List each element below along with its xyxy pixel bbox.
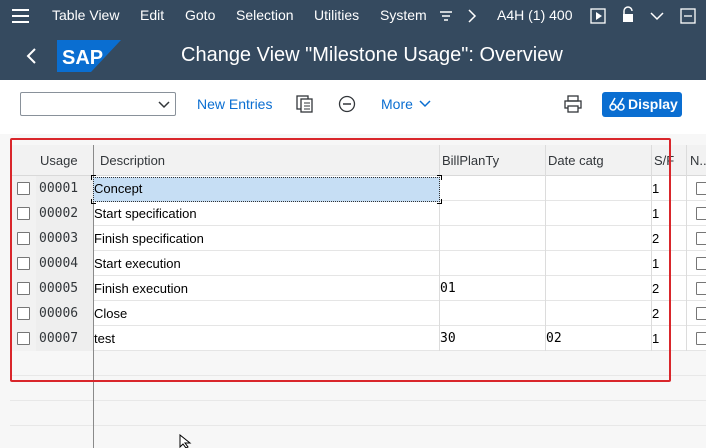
table-row[interactable]: 00006 Close 2 (10, 301, 706, 326)
row-select-checkbox[interactable] (17, 207, 30, 220)
menu-selection[interactable]: Selection (236, 7, 294, 23)
column-divider (686, 145, 687, 351)
col-date-catg[interactable]: Date catg (548, 153, 604, 168)
row-select-checkbox[interactable] (17, 282, 30, 295)
usage-cell: 00005 (36, 276, 93, 301)
sf-cell[interactable]: 1 (652, 181, 659, 196)
table-row[interactable]: 00002 Start specification 1 (10, 201, 706, 226)
billplanty-cell[interactable]: 01 (440, 281, 456, 296)
table-row[interactable]: 00007 test 30 02 1 (10, 326, 706, 351)
unlock-icon[interactable] (621, 6, 635, 24)
n-checkbox[interactable] (696, 307, 706, 320)
sf-cell[interactable]: 1 (652, 256, 659, 271)
n-checkbox[interactable] (696, 207, 706, 220)
cell-corner (91, 199, 96, 204)
menu-goto[interactable]: Goto (185, 7, 215, 23)
n-checkbox[interactable] (696, 257, 706, 270)
more-button[interactable]: More (381, 96, 413, 112)
description-cell[interactable]: test (94, 331, 115, 346)
mouse-cursor-icon (179, 434, 192, 448)
usage-cell: 00007 (36, 326, 93, 351)
cell-corner (437, 175, 442, 180)
table-row[interactable]: 00003 Finish specification 2 (10, 226, 706, 251)
menu-bar: Table View Edit Goto Selection Utilities… (0, 0, 706, 32)
title-bar: SAP Change View "Milestone Usage": Overv… (0, 32, 706, 80)
col-sf[interactable]: S/F (654, 153, 674, 168)
chevron-right-icon[interactable] (467, 9, 477, 23)
col-usage[interactable]: Usage (40, 153, 78, 168)
col-billplanty[interactable]: BillPlanTy (442, 153, 499, 168)
column-divider (651, 145, 652, 351)
sf-cell[interactable]: 1 (652, 206, 659, 221)
new-entries-button[interactable]: New Entries (197, 96, 272, 112)
table-row[interactable]: 00005 Finish execution 01 2 (10, 276, 706, 301)
usage-cell: 00002 (36, 201, 93, 226)
row-select-checkbox[interactable] (17, 307, 30, 320)
usage-cell: 00001 (36, 176, 93, 201)
display-button[interactable]: Display (602, 92, 682, 117)
menu-table-view[interactable]: Table View (52, 7, 119, 23)
overflow-icon[interactable] (680, 8, 696, 24)
column-divider (545, 145, 546, 351)
row-select-checkbox[interactable] (17, 257, 30, 270)
toolbar: New Entries More Display (0, 80, 706, 134)
menu-icon[interactable] (12, 9, 29, 23)
menu-system[interactable]: System (380, 7, 427, 23)
more-chevron-icon[interactable] (418, 98, 432, 110)
table-header: Usage Description BillPlanTy Date catg S… (10, 145, 706, 176)
description-cell[interactable]: Start specification (94, 206, 197, 221)
menu-edit[interactable]: Edit (140, 7, 164, 23)
sf-cell[interactable]: 2 (652, 231, 659, 246)
empty-row (10, 351, 706, 376)
empty-row (10, 426, 706, 448)
row-select-checkbox[interactable] (17, 232, 30, 245)
page-title: Change View "Milestone Usage": Overview (181, 44, 563, 66)
billplanty-cell[interactable]: 30 (440, 331, 456, 346)
delete-icon[interactable] (338, 95, 356, 113)
svg-text:SAP: SAP (62, 47, 103, 69)
back-icon[interactable] (22, 44, 42, 68)
datecatg-cell[interactable]: 02 (546, 331, 562, 346)
sf-cell[interactable]: 2 (652, 306, 659, 321)
row-select-checkbox[interactable] (17, 332, 30, 345)
sap-logo: SAP (57, 40, 121, 72)
n-checkbox[interactable] (696, 232, 706, 245)
n-checkbox[interactable] (696, 182, 706, 195)
selected-cell-highlight (93, 177, 440, 202)
display-button-label: Display (628, 96, 678, 112)
col-description[interactable]: Description (100, 153, 165, 168)
copy-icon[interactable] (296, 95, 314, 113)
description-cell[interactable]: Start execution (94, 256, 181, 271)
variant-select[interactable] (20, 92, 176, 116)
description-cell[interactable]: Finish specification (94, 231, 204, 246)
sf-cell[interactable]: 2 (652, 281, 659, 296)
cell-corner (437, 199, 442, 204)
usage-cell: 00004 (36, 251, 93, 276)
row-select-checkbox[interactable] (17, 182, 30, 195)
description-cell[interactable]: Close (94, 306, 127, 321)
print-icon[interactable] (563, 94, 583, 114)
empty-row (10, 401, 706, 426)
col-n[interactable]: N... (690, 153, 706, 168)
menu-utilities[interactable]: Utilities (314, 7, 359, 23)
system-id: A4H (1) 400 (497, 7, 573, 23)
selected-description-text[interactable]: Concept (94, 181, 142, 196)
cell-corner (91, 175, 96, 180)
play-icon[interactable] (590, 8, 606, 24)
description-cell[interactable]: Finish execution (94, 281, 188, 296)
glasses-icon (609, 97, 625, 111)
usage-cell: 00006 (36, 301, 93, 326)
filter-menu-icon[interactable] (439, 9, 453, 23)
table-row[interactable]: 00004 Start execution 1 (10, 251, 706, 276)
n-checkbox[interactable] (696, 282, 706, 295)
usage-cell: 00003 (36, 226, 93, 251)
dropdown-icon[interactable] (650, 9, 664, 23)
sf-cell[interactable]: 1 (652, 331, 659, 346)
empty-row (10, 376, 706, 401)
chevron-down-icon (158, 101, 170, 109)
n-checkbox[interactable] (696, 332, 706, 345)
